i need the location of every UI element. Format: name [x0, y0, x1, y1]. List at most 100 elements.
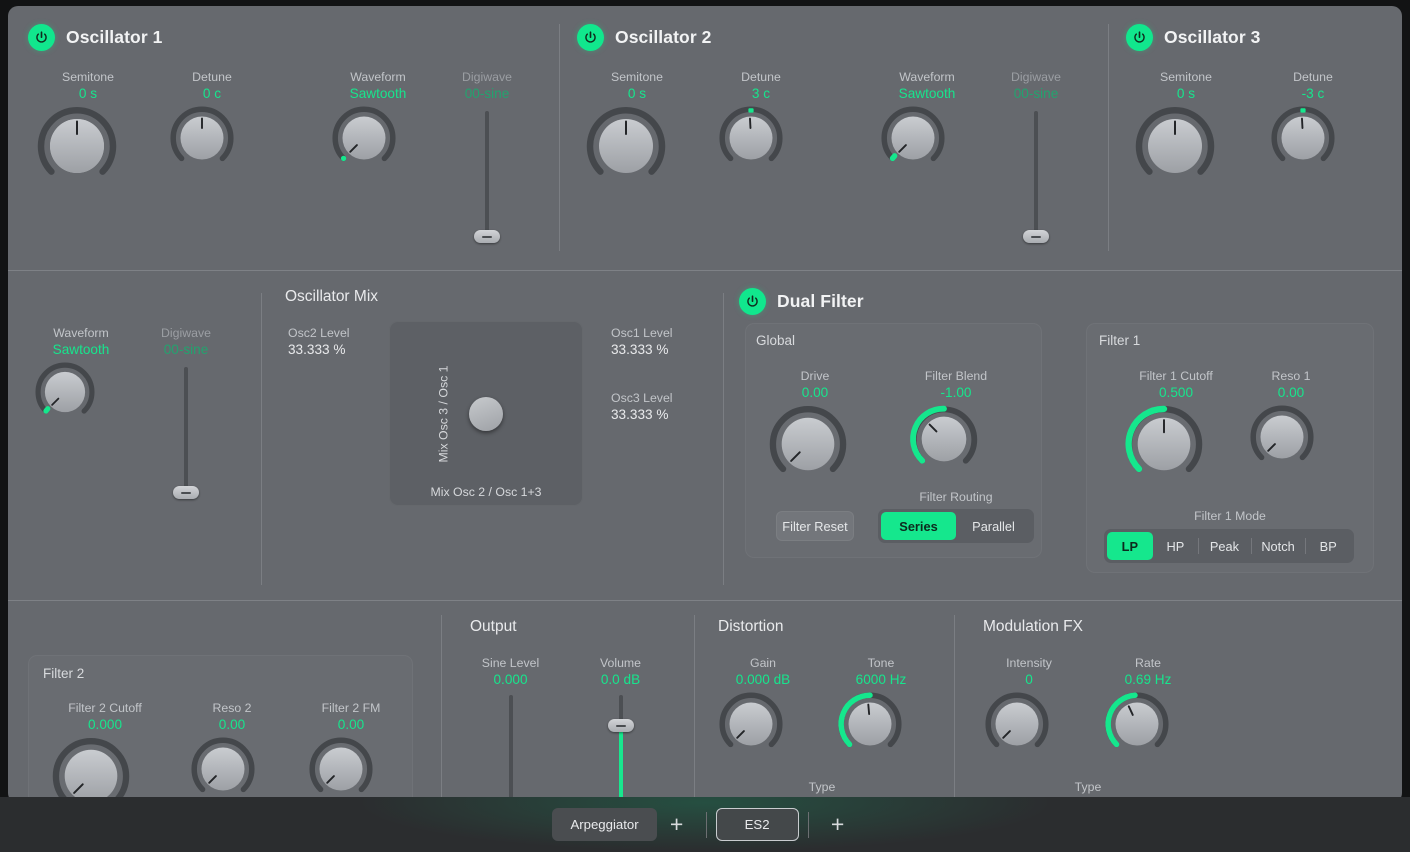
mod-rate-knob[interactable]: [1106, 693, 1190, 755]
slider-handle[interactable]: [608, 719, 634, 732]
param-value: Sawtooth: [882, 85, 972, 103]
osc2-semitone: Semitone 0 s: [587, 70, 687, 185]
param-value: 33.333 %: [288, 341, 393, 359]
param-label: Reso 2: [192, 701, 272, 716]
xy-pad-label-left: Mix Osc 3 / Osc 1: [437, 365, 451, 462]
param-value: 0 s: [38, 85, 138, 103]
param-value: 0.00: [192, 716, 272, 734]
add-plugin-left-icon[interactable]: +: [657, 808, 697, 841]
param-label: Detune: [720, 70, 802, 85]
filter-blend-knob[interactable]: [911, 406, 1001, 472]
osc3-level: Osc3 Level 33.333 %: [611, 391, 721, 424]
oscillator-1-header: Oscillator 1: [28, 24, 163, 51]
oscillator-mix-xy-pad[interactable]: Mix Osc 3 / Osc 1 Mix Osc 2 / Osc 1+3: [389, 321, 583, 506]
filter2-cutoff-knob[interactable]: [53, 738, 157, 803]
osc-extra-digiwave-slider[interactable]: [173, 367, 199, 499]
osc-extra-waveform-knob[interactable]: [36, 363, 126, 421]
instrument-chip-es2[interactable]: ES2: [716, 808, 799, 841]
slider-track: [485, 111, 489, 243]
param-value: 0.500: [1126, 384, 1226, 402]
param-label: Tone: [839, 656, 923, 671]
param-label: Osc2 Level: [288, 326, 393, 341]
osc2-detune-knob[interactable]: [720, 107, 802, 169]
osc3-semitone-knob[interactable]: [1136, 107, 1236, 185]
param-value: 33.333 %: [611, 341, 721, 359]
oscillator-mix-title: Oscillator Mix: [285, 288, 378, 306]
filter-routing-segmented[interactable]: Series Parallel: [878, 509, 1034, 543]
oscillator-2-power-icon[interactable]: [577, 24, 604, 51]
sine-level-param: Sine Level 0.000: [468, 656, 553, 803]
drive-knob[interactable]: [770, 406, 860, 482]
param-label: Waveform: [333, 70, 423, 85]
param-value: 0.69 Hz: [1106, 671, 1190, 689]
slider-track: [509, 695, 513, 803]
slider-track: [1034, 111, 1038, 243]
param-value: 0.00: [1251, 384, 1331, 402]
dual-filter-power-icon[interactable]: [739, 288, 766, 315]
param-value: 0.00: [770, 384, 860, 402]
divider: [723, 293, 724, 585]
slider-fill: [619, 729, 623, 803]
filter-1-mode-label: Filter 1 Mode: [1101, 509, 1359, 524]
sine-level-slider[interactable]: [498, 695, 524, 803]
param-label: Semitone: [1136, 70, 1236, 85]
distortion-gain-knob[interactable]: [720, 693, 806, 755]
routing-option-series[interactable]: Series: [881, 512, 956, 540]
oscillator-1-title: Oscillator 1: [66, 27, 163, 48]
dual-filter-header: Dual Filter: [739, 288, 864, 315]
osc3-detune: Detune -3 c: [1272, 70, 1354, 169]
add-plugin-right-icon[interactable]: +: [818, 808, 858, 841]
mix-and-filter-row: Waveform Sawtooth Digiwave 00-sine: [8, 270, 1402, 599]
arpeggiator-chip[interactable]: Arpeggiator: [552, 808, 656, 841]
filter1-mode-peak[interactable]: Peak: [1198, 532, 1250, 560]
volume-slider[interactable]: [608, 695, 634, 803]
filter1-mode-bp[interactable]: BP: [1305, 532, 1351, 560]
osc3-detune-knob[interactable]: [1272, 107, 1354, 169]
filter-reset-button[interactable]: Filter Reset: [776, 511, 854, 541]
osc2-digiwave: Digiwave 00-sine: [995, 70, 1077, 243]
filter-1-title: Filter 1: [1099, 333, 1140, 348]
filter1-mode-notch[interactable]: Notch: [1251, 532, 1306, 560]
osc1-waveform-knob[interactable]: [333, 107, 423, 169]
reso2-param: Reso 2 0.00: [192, 701, 272, 800]
param-value: 0 s: [587, 85, 687, 103]
filter-routing-label: Filter Routing: [878, 490, 1034, 505]
oscillator-3-title: Oscillator 3: [1164, 27, 1261, 48]
filter1-cutoff-param: Filter 1 Cutoff 0.500: [1126, 369, 1226, 482]
oscillator-3-power-icon[interactable]: [1126, 24, 1153, 51]
reso1-knob[interactable]: [1251, 406, 1331, 468]
param-value: Sawtooth: [36, 341, 126, 359]
osc2-digiwave-slider[interactable]: [1023, 111, 1049, 243]
filter1-mode-hp[interactable]: HP: [1153, 532, 1199, 560]
filter-1-mode-segmented[interactable]: LP HP Peak Notch BP: [1104, 529, 1354, 563]
filter1-mode-lp[interactable]: LP: [1107, 532, 1153, 560]
param-label: Semitone: [38, 70, 138, 85]
reso2-knob[interactable]: [192, 738, 272, 800]
osc1-detune-knob[interactable]: [171, 107, 253, 169]
slider-handle[interactable]: [173, 486, 199, 499]
osc1-detune: Detune 0 c: [171, 70, 253, 169]
param-value: 33.333 %: [611, 406, 721, 424]
screen: Oscillator 1 Semitone 0 s Detune: [0, 0, 1410, 852]
xy-pad-handle[interactable]: [469, 397, 503, 431]
oscillator-1-power-icon[interactable]: [28, 24, 55, 51]
param-label: Semitone: [587, 70, 687, 85]
slider-handle[interactable]: [1023, 230, 1049, 243]
slider-handle[interactable]: [474, 230, 500, 243]
volume-param: Volume 0.0 dB: [578, 656, 663, 803]
divider: [559, 24, 560, 251]
param-value: 0: [986, 671, 1072, 689]
osc2-waveform-knob[interactable]: [882, 107, 972, 169]
param-label: Detune: [171, 70, 253, 85]
param-label: Drive: [770, 369, 860, 384]
param-label: Digiwave: [446, 70, 528, 85]
filter1-cutoff-knob[interactable]: [1126, 406, 1226, 482]
distortion-tone-knob[interactable]: [839, 693, 923, 755]
osc1-digiwave-slider[interactable]: [474, 111, 500, 243]
es2-plugin-window: Oscillator 1 Semitone 0 s Detune: [8, 6, 1402, 803]
filter2-fm-knob[interactable]: [310, 738, 392, 800]
osc1-semitone-knob[interactable]: [38, 107, 138, 185]
routing-option-parallel[interactable]: Parallel: [956, 512, 1031, 540]
mod-intensity-knob[interactable]: [986, 693, 1072, 755]
osc2-semitone-knob[interactable]: [587, 107, 687, 185]
